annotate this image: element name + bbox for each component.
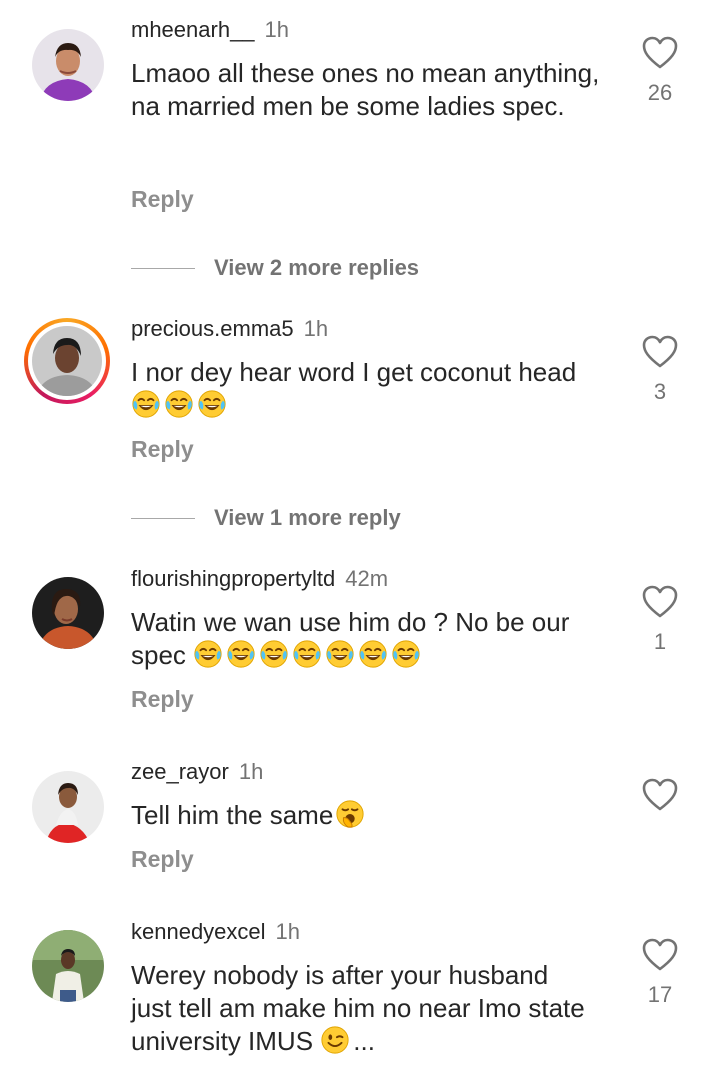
divider-line [131, 267, 195, 269]
comment-header: precious.emma5 1h [131, 316, 328, 342]
face-with-tears-of-joy-icon [226, 639, 256, 669]
reply-button[interactable]: Reply [131, 186, 194, 213]
comment-header: kennedyexcel 1h [131, 919, 300, 945]
avatar-man-outdoors-icon[interactable] [32, 930, 104, 1002]
like-count: 26 [647, 80, 673, 105]
comment-text: Watin we wan use him do ? No be our spec [131, 606, 611, 672]
winking-face-icon [320, 1025, 350, 1055]
timestamp: 1h [303, 316, 329, 341]
timestamp: 42m [345, 566, 389, 591]
face-with-tears-of-joy-icon [292, 639, 322, 669]
heart-icon[interactable] [642, 36, 678, 70]
heart-icon[interactable] [642, 938, 678, 972]
like-control: 26 [640, 36, 680, 106]
like-count: 17 [647, 982, 673, 1007]
avatar-woman-purple-icon[interactable] [32, 29, 104, 101]
like-control: 17 [640, 938, 680, 1008]
yawning-face-icon [335, 799, 365, 829]
comment-text-body: Tell him the same [131, 800, 334, 830]
avatar-woman-red-skirt-icon[interactable] [32, 771, 104, 843]
view-more-label: View 2 more replies [214, 255, 420, 280]
face-with-tears-of-joy-icon [325, 639, 355, 669]
comment-header: flourishingpropertyltd 42m [131, 566, 388, 592]
face-with-tears-of-joy-icon [358, 639, 388, 669]
face-with-tears-of-joy-icon [391, 639, 421, 669]
reply-button[interactable]: Reply [131, 686, 194, 713]
comment-header: mheenarh__ 1h [131, 17, 289, 43]
view-more-replies-button[interactable]: View 2 more replies [131, 255, 419, 281]
like-count: 3 [653, 379, 667, 404]
comment-text: Tell him the same [131, 799, 611, 832]
comment-text-body: I nor dey hear word I get coconut head [131, 357, 577, 387]
timestamp: 1h [275, 919, 301, 944]
username-link[interactable]: flourishingpropertyltd [131, 566, 335, 591]
view-more-replies-button[interactable]: View 1 more reply [131, 505, 401, 531]
reply-button[interactable]: Reply [131, 436, 194, 463]
avatar-woman-orange-icon[interactable] [32, 577, 104, 649]
heart-icon[interactable] [642, 585, 678, 619]
heart-icon[interactable] [642, 778, 678, 812]
avatar-woman-story-ring-icon[interactable] [24, 318, 110, 404]
face-with-tears-of-joy-icon [164, 389, 194, 419]
story-ring-gap [28, 322, 106, 400]
like-count: 1 [653, 629, 667, 654]
like-control [640, 778, 680, 812]
comment-text: Werey nobody is after your husband just … [131, 959, 591, 1058]
face-with-tears-of-joy-icon [193, 639, 223, 669]
face-with-tears-of-joy-icon [259, 639, 289, 669]
heart-icon[interactable] [642, 335, 678, 369]
username-link[interactable]: mheenarh__ [131, 17, 255, 42]
comment-text: I nor dey hear word I get coconut head [131, 356, 611, 422]
view-more-label: View 1 more reply [214, 505, 401, 530]
like-control: 1 [640, 585, 680, 655]
username-link[interactable]: kennedyexcel [131, 919, 266, 944]
timestamp: 1h [238, 759, 264, 784]
avatar-photo [32, 326, 102, 396]
username-link[interactable]: precious.emma5 [131, 316, 294, 341]
comment-text: Lmaoo all these ones no mean anything, n… [131, 58, 600, 121]
comment-header: zee_rayor 1h [131, 759, 263, 785]
face-with-tears-of-joy-icon [131, 389, 161, 419]
face-with-tears-of-joy-icon [197, 389, 227, 419]
divider-line [131, 517, 195, 519]
reply-button[interactable]: Reply [131, 846, 194, 873]
username-link[interactable]: zee_rayor [131, 759, 229, 784]
timestamp: 1h [264, 17, 290, 42]
like-control: 3 [640, 335, 680, 405]
more-truncation[interactable]: ... [353, 1026, 375, 1056]
